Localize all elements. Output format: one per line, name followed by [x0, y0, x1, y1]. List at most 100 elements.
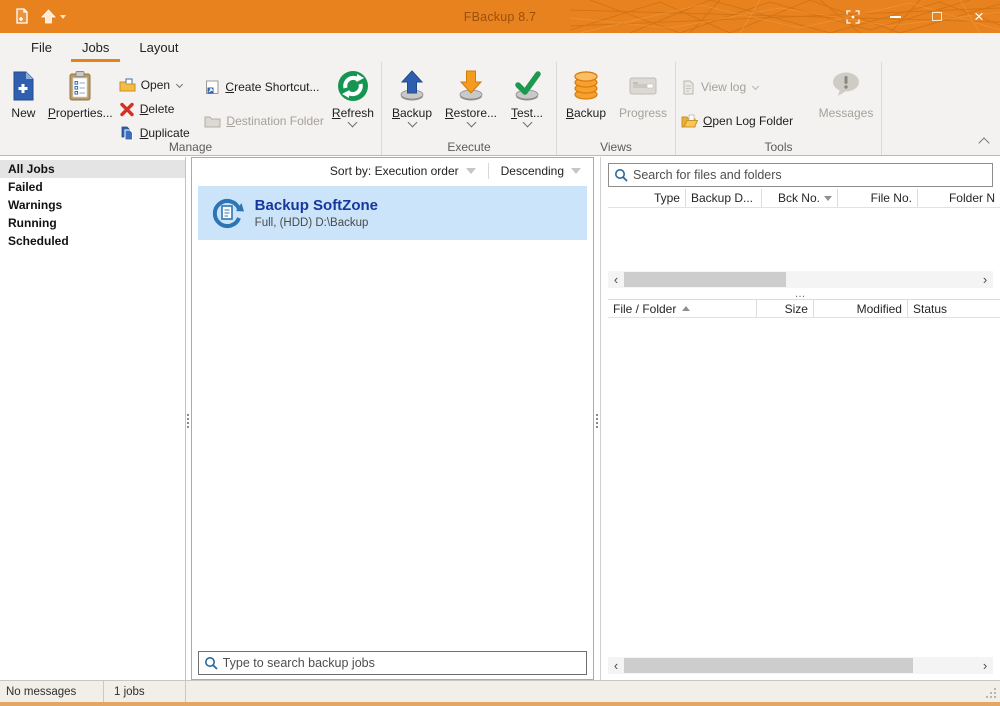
create-shortcut-button[interactable]: Create Shortcut... [201, 76, 326, 98]
close-button[interactable]: × [958, 0, 1000, 33]
open-log-folder-icon [681, 114, 698, 127]
sidebar-item-scheduled[interactable]: Scheduled [0, 232, 185, 250]
messages-icon [829, 67, 863, 105]
ribbon: New Properties... Open Delete Duplicate … [0, 62, 1000, 156]
column-header-backup-date[interactable]: Backup D... [686, 189, 762, 207]
sidebar-item-running[interactable]: Running [0, 214, 185, 232]
open-button[interactable]: Open [116, 73, 202, 97]
touch-mode-button[interactable] [832, 0, 874, 33]
job-search-row [192, 651, 593, 679]
restore-icon [454, 67, 488, 105]
column-header-type[interactable]: Type [608, 189, 686, 207]
backup-job-icon [212, 199, 244, 228]
status-jobs-count: 1 jobs [104, 681, 186, 702]
sidebar-item-all-jobs[interactable]: All Jobs [0, 160, 185, 178]
jobs-panel: Sort by: Execution order Descending Back… [190, 157, 594, 680]
backup-view-button[interactable]: Backup [559, 64, 613, 120]
column-header-status[interactable]: Status [908, 300, 1000, 317]
ribbon-tabs: File Jobs Layout [0, 33, 1000, 62]
sort-desc-icon [823, 195, 832, 201]
sort-direction-dropdown[interactable]: Descending [501, 164, 581, 178]
refresh-button[interactable]: Refresh [327, 64, 379, 128]
group-label-execute: Execute [447, 140, 491, 154]
manage-small-buttons: Open Delete Duplicate [116, 64, 202, 145]
tab-jobs[interactable]: Jobs [67, 33, 124, 62]
backup-view-icon [569, 67, 603, 105]
search-icon [614, 169, 628, 182]
progress-view-button: Progress [613, 64, 673, 120]
files-search-input[interactable] [608, 164, 992, 186]
scroll-left-icon[interactable]: ‹ [607, 271, 624, 288]
job-item-backup-softzone[interactable]: Backup SoftZone Full, (HDD) D:\Backup [197, 186, 587, 240]
column-header-size[interactable]: Size [757, 300, 814, 317]
versions-table-header: Type Backup D... Bck No. File No. Folder… [607, 189, 1000, 208]
ribbon-group-tools: View log Open Log Folder Messages Tools [676, 62, 882, 155]
column-header-modified[interactable]: Modified [814, 300, 908, 317]
test-icon [510, 67, 544, 105]
group-label-tools: Tools [764, 140, 793, 154]
app-window: FBackup 8.7 × File Jobs Layout New Prope… [0, 0, 1000, 706]
manage-shortcut-buttons: Create Shortcut... Destination Folder [201, 64, 326, 132]
scrollbar-track[interactable] [623, 271, 977, 288]
column-header-folder-no[interactable]: Folder N [918, 189, 1000, 207]
sidebar-item-warnings[interactable]: Warnings [0, 196, 185, 214]
refresh-icon [336, 67, 370, 105]
main-area: All Jobs Failed Warnings Running Schedul… [0, 157, 1000, 680]
files-search-row [607, 163, 993, 187]
delete-icon [119, 102, 134, 116]
resize-grip-icon[interactable] [984, 686, 996, 698]
dropdown-triangle-icon [465, 167, 476, 174]
scrollbar-thumb[interactable] [623, 658, 914, 673]
files-search-box [607, 163, 993, 187]
splitter-grip-icon [596, 414, 598, 428]
destination-folder-icon [204, 116, 221, 127]
messages-button: Messages [815, 64, 877, 120]
maximize-icon [932, 12, 942, 21]
job-search-input[interactable] [198, 652, 586, 674]
minimize-button[interactable] [874, 0, 916, 33]
column-header-file-no[interactable]: File No. [838, 189, 918, 207]
job-text: Backup SoftZone Full, (HDD) D:\Backup [255, 197, 378, 229]
scrollbar-thumb[interactable] [623, 272, 787, 287]
status-messages: No messages [0, 681, 104, 702]
properties-button[interactable]: Properties... [45, 64, 116, 120]
sidebar-item-failed[interactable]: Failed [0, 178, 185, 196]
scrollbar-track[interactable] [623, 657, 977, 674]
versions-table-body [601, 208, 1000, 271]
backup-run-button[interactable]: Backup [384, 64, 440, 128]
ribbon-group-views: Backup Progress Views [557, 62, 676, 155]
test-button[interactable]: Test... [502, 64, 552, 128]
scroll-left-icon[interactable]: ‹ [607, 657, 624, 674]
tools-small-buttons: View log Open Log Folder [678, 64, 815, 132]
view-log-button: View log [678, 76, 815, 98]
column-header-bck-no[interactable]: Bck No. [762, 189, 838, 207]
job-name: Backup SoftZone [254, 197, 379, 214]
restore-button[interactable]: Restore... [440, 64, 502, 128]
ribbon-spacer [882, 62, 1000, 155]
close-icon: × [974, 7, 984, 26]
open-log-folder-button[interactable]: Open Log Folder [678, 110, 815, 132]
new-button[interactable]: New [2, 64, 45, 120]
duplicate-icon [121, 126, 133, 140]
jobs-filter-sidebar: All Jobs Failed Warnings Running Schedul… [0, 157, 186, 680]
sort-bar: Sort by: Execution order Descending [192, 158, 593, 183]
new-icon [7, 67, 39, 105]
files-table-body [601, 318, 1000, 657]
create-shortcut-icon [206, 80, 219, 94]
delete-button[interactable]: Delete [116, 97, 202, 121]
open-folder-icon [119, 78, 136, 91]
sort-by-dropdown[interactable]: Sort by: Execution order [330, 164, 476, 178]
maximize-button[interactable] [916, 0, 958, 33]
properties-icon [64, 67, 96, 105]
panel-splitter-handle[interactable]: … [601, 288, 1000, 299]
group-label-manage: Manage [168, 140, 213, 154]
sort-divider [487, 162, 489, 179]
splitter-grip-icon [186, 414, 189, 428]
column-header-file-folder[interactable]: File / Folder [608, 300, 757, 317]
scroll-right-icon[interactable]: › [976, 271, 993, 288]
tab-layout[interactable]: Layout [124, 33, 193, 62]
scroll-right-icon[interactable]: › [976, 657, 993, 674]
progress-view-icon [626, 67, 660, 105]
tab-file[interactable]: File [16, 33, 67, 62]
collapse-ribbon-icon[interactable] [978, 137, 990, 149]
